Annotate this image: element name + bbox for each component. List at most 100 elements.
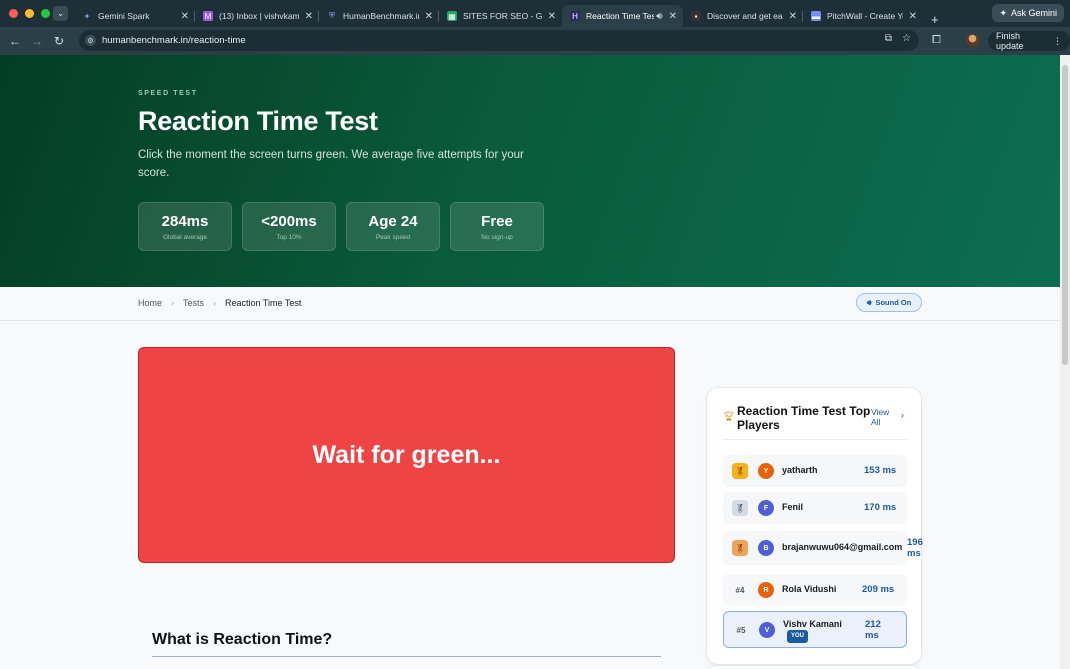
window-controls bbox=[0, 9, 50, 18]
test-prompt: Wait for green... bbox=[312, 440, 501, 469]
close-tab-icon[interactable]: ✕ bbox=[305, 11, 313, 22]
sound-toggle-button[interactable]: 🔊︎ Sound On bbox=[856, 293, 922, 312]
tab-sites-for-seo[interactable]: ▦ SITES FOR SEO - Goo... ✕ bbox=[439, 5, 562, 27]
speaker-icon[interactable]: 🔊︎ bbox=[656, 11, 662, 22]
address-bar[interactable]: ⚙ humanbenchmark.in/reaction-time ⧉ ☆ bbox=[79, 30, 919, 51]
page-viewport: SPEED TEST Reaction Time Test Click the … bbox=[0, 55, 1060, 669]
bookmark-star-icon[interactable]: ☆ bbox=[902, 33, 911, 44]
hero-banner: SPEED TEST Reaction Time Test Click the … bbox=[0, 55, 1060, 287]
ask-gemini-button[interactable]: ✦ Ask Gemini bbox=[992, 4, 1064, 22]
browser-tab-strip: ⌄ ✦ Gemini Spark ✕ M (13) Inbox | vishvk… bbox=[0, 0, 1070, 27]
avatar: B bbox=[758, 540, 774, 556]
leaderboard-header: 🏆︎ Reaction Time Test Top Players View A… bbox=[723, 404, 907, 440]
close-tab-icon[interactable]: ✕ bbox=[425, 11, 433, 22]
forward-arrow-icon[interactable]: → bbox=[26, 34, 48, 48]
close-tab-icon[interactable]: ✕ bbox=[669, 11, 677, 22]
minimize-window-button[interactable] bbox=[25, 9, 34, 18]
close-window-button[interactable] bbox=[9, 9, 18, 18]
profile-avatar[interactable] bbox=[966, 34, 979, 47]
tab-search-chevron-icon[interactable]: ⌄ bbox=[53, 6, 68, 21]
tab-reaction-time-test[interactable]: H Reaction Time Tes... 🔊︎ ✕ bbox=[562, 5, 683, 27]
site-info-icon[interactable]: ⚙ bbox=[85, 35, 96, 46]
player-name: Vishv Kamani bbox=[783, 619, 842, 629]
close-tab-icon[interactable]: ✕ bbox=[548, 11, 556, 22]
stat-value: <200ms bbox=[261, 213, 317, 230]
chevron-right-icon: › bbox=[213, 298, 217, 308]
tab-list: ✦ Gemini Spark ✕ M (13) Inbox | vishvkam… bbox=[74, 0, 939, 27]
tab-discover[interactable]: ▪ Discover and get earl... ✕ bbox=[683, 5, 803, 27]
tab-pitchwall[interactable]: ▬ PitchWall - Create Yo... ✕ bbox=[803, 5, 923, 27]
stat-cards: 284ms Global average <200ms Top 10% Age … bbox=[138, 202, 544, 251]
reload-icon[interactable]: ↻ bbox=[48, 34, 70, 48]
finish-update-label: Finish update bbox=[996, 31, 1024, 51]
player-time: 209 ms bbox=[862, 584, 895, 595]
player-name: Rola Vidushi bbox=[782, 584, 837, 594]
more-vert-icon[interactable]: ⋮ bbox=[1053, 36, 1062, 47]
close-tab-icon[interactable]: ✕ bbox=[181, 11, 189, 22]
maximize-window-button[interactable] bbox=[41, 9, 50, 18]
reaction-test-area[interactable]: Wait for green... bbox=[138, 347, 675, 563]
stat-caption: Top 10% bbox=[276, 234, 302, 241]
tab-title: Discover and get earl... bbox=[707, 11, 783, 21]
tab-title: Reaction Time Tes... bbox=[586, 11, 655, 21]
breadcrumb: Home › Tests › Reaction Time Test bbox=[138, 298, 301, 308]
leaderboard-card: 🏆︎ Reaction Time Test Top Players View A… bbox=[706, 387, 923, 665]
tab-inbox[interactable]: M (13) Inbox | vishvkam... ✕ bbox=[195, 5, 319, 27]
back-arrow-icon[interactable]: ← bbox=[4, 34, 26, 48]
stat-card-global-average: 284ms Global average bbox=[138, 202, 232, 251]
sheets-icon: ▦ bbox=[447, 11, 457, 21]
close-tab-icon[interactable]: ✕ bbox=[789, 11, 797, 22]
finish-update-button[interactable]: Finish update ⋮ bbox=[988, 31, 1070, 51]
close-tab-icon[interactable]: ✕ bbox=[909, 11, 917, 22]
stat-card-top-10: <200ms Top 10% bbox=[242, 202, 336, 251]
stat-caption: No sign-up bbox=[481, 234, 513, 241]
url-text[interactable]: humanbenchmark.in/reaction-time bbox=[102, 35, 246, 46]
gemini-icon: ✦ bbox=[83, 11, 91, 21]
leaderboard-row-current-user[interactable]: #5 V Vishv KamaniYOU 212 ms bbox=[723, 611, 907, 648]
next-card-edge bbox=[706, 665, 922, 669]
extensions-puzzle-icon[interactable]: ⧠ bbox=[932, 34, 941, 47]
avatar: V bbox=[759, 622, 775, 638]
view-all-link[interactable]: View All bbox=[871, 407, 897, 427]
tab-humanbenchmark[interactable]: ⛨ HumanBenchmark.in... ✕ bbox=[319, 5, 439, 27]
gemini-sparkle-icon: ✦ bbox=[999, 7, 1007, 18]
breadcrumb-tests-link[interactable]: Tests bbox=[183, 298, 204, 308]
stat-card-free: Free No sign-up bbox=[450, 202, 544, 251]
hb-icon: H bbox=[570, 11, 580, 21]
gold-medal-icon: 🏅︎ bbox=[732, 463, 748, 479]
stat-card-peak-speed: Age 24 Peak speed bbox=[346, 202, 440, 251]
breadcrumb-home-link[interactable]: Home bbox=[138, 298, 162, 308]
chevron-right-icon: › bbox=[171, 298, 175, 308]
leaderboard-row[interactable]: 🏅︎ Y yatharth 153 ms bbox=[723, 455, 907, 487]
player-name-wrapper: Vishv KamaniYOU bbox=[783, 619, 853, 643]
stat-caption: Peak speed bbox=[375, 234, 411, 241]
page-scrollbar[interactable] bbox=[1060, 55, 1070, 669]
browser-toolbar: ← → ↻ ⚙ humanbenchmark.in/reaction-time … bbox=[0, 27, 1070, 55]
section-divider bbox=[152, 656, 661, 657]
leaderboard-row[interactable]: 🏅︎ F Fenil 170 ms bbox=[723, 492, 907, 524]
leaderboard-row[interactable]: #4 R Rola Vidushi 209 ms bbox=[723, 574, 907, 606]
stat-caption: Global average bbox=[162, 234, 208, 241]
tab-title: Gemini Spark bbox=[98, 11, 150, 21]
hero-subtitle: Click the moment the screen turns green.… bbox=[138, 149, 524, 179]
mail-icon: M bbox=[203, 11, 213, 21]
avatar: Y bbox=[758, 463, 774, 479]
leaderboard-row[interactable]: 🏅︎ B brajanwuwu064@gmail.com 196 ms bbox=[723, 531, 923, 565]
player-name: yatharth bbox=[782, 465, 818, 475]
tab-title: (13) Inbox | vishvkam... bbox=[219, 11, 299, 21]
tab-gemini-spark[interactable]: ✦ Gemini Spark ✕ bbox=[74, 5, 195, 27]
scrollbar-thumb[interactable] bbox=[1062, 65, 1068, 365]
player-time: 153 ms bbox=[864, 465, 897, 476]
breadcrumb-current: Reaction Time Test bbox=[225, 298, 302, 308]
player-name: Fenil bbox=[782, 502, 804, 512]
bronze-medal-icon: 🏅︎ bbox=[732, 540, 748, 556]
player-name: brajanwuwu064@gmail.com bbox=[782, 542, 903, 552]
player-time: 212 ms bbox=[865, 619, 881, 641]
page-title: Reaction Time Test bbox=[138, 106, 378, 136]
stat-value: Age 24 bbox=[368, 213, 418, 230]
pitchwall-icon: ▬ bbox=[811, 11, 821, 21]
install-app-icon[interactable]: ⧉ bbox=[885, 33, 892, 44]
breadcrumb-bar: Home › Tests › Reaction Time Test 🔊︎ Sou… bbox=[0, 287, 1060, 321]
chevron-right-icon[interactable]: › bbox=[901, 410, 904, 420]
new-tab-icon[interactable]: + bbox=[931, 12, 939, 27]
